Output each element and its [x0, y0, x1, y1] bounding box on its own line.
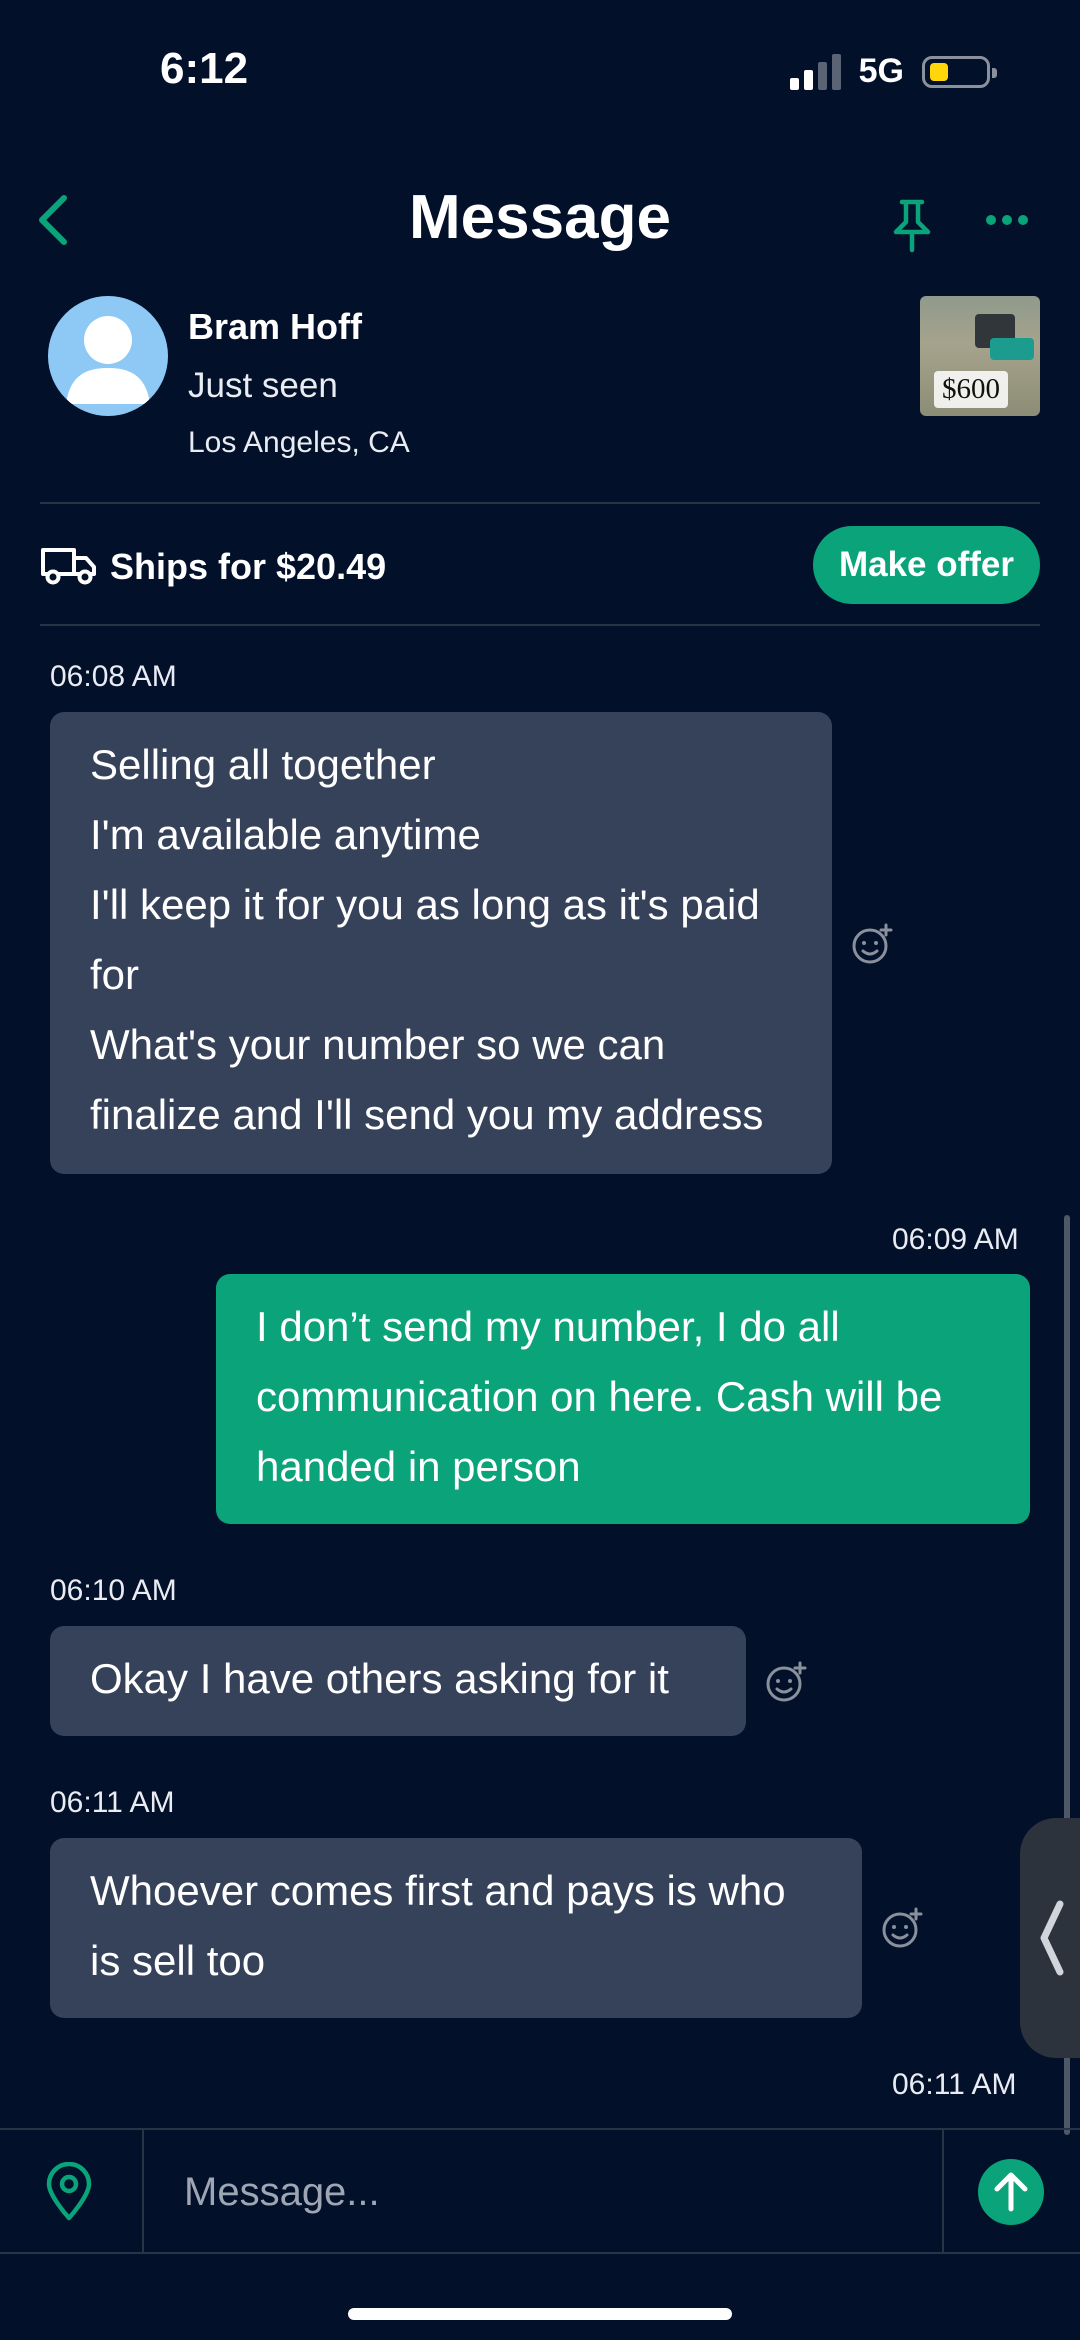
seller-status: Just seen	[188, 366, 338, 405]
add-reaction-icon[interactable]	[850, 922, 894, 966]
location-pin-icon	[46, 2161, 92, 2221]
message-timestamp: 06:11 AM	[50, 1786, 175, 1819]
network-label: 5G	[858, 52, 904, 90]
add-reaction-icon[interactable]	[880, 1906, 924, 1950]
message-input[interactable]	[144, 2160, 934, 2224]
battery-icon	[922, 55, 997, 88]
message-bubble-outgoing[interactable]: I don’t send my number, I do all communi…	[216, 1274, 1030, 1524]
pin-icon	[893, 199, 931, 253]
pin-button[interactable]	[890, 198, 934, 254]
divider	[40, 502, 1040, 504]
item-thumbnail[interactable]: $600	[920, 296, 1040, 416]
divider	[40, 624, 1040, 626]
message-bubble-incoming[interactable]: Whoever comes first and pays is who is s…	[50, 1838, 862, 2018]
person-icon	[66, 316, 150, 404]
add-reaction-icon[interactable]	[764, 1660, 808, 1704]
share-location-button[interactable]	[42, 2161, 96, 2222]
chevron-left-icon	[1040, 1900, 1064, 1976]
message-timestamp: 06:10 AM	[50, 1574, 177, 1607]
home-indicator[interactable]	[348, 2308, 732, 2320]
seller-avatar[interactable]	[48, 296, 168, 416]
truck-icon	[41, 548, 96, 585]
divider	[942, 2130, 944, 2252]
more-options-button[interactable]	[985, 210, 1029, 230]
shipping-cost: Ships for $20.49	[110, 546, 387, 587]
more-dots-icon	[986, 215, 1028, 225]
status-time: 6:12	[160, 44, 249, 93]
message-timestamp: 06:09 AM	[892, 1223, 1019, 1256]
make-offer-button[interactable]: Make offer	[813, 526, 1040, 604]
message-timestamp: 06:08 AM	[50, 660, 177, 693]
side-panel-handle[interactable]	[1020, 1818, 1080, 2058]
seller-name[interactable]: Bram Hoff	[188, 306, 362, 348]
seller-location: Los Angeles, CA	[188, 426, 410, 459]
item-price: $600	[934, 371, 1008, 408]
signal-icon	[789, 53, 841, 90]
message-bubble-incoming[interactable]: Selling all together I'm available anyti…	[50, 712, 832, 1174]
status-indicators: 5G	[789, 52, 997, 91]
send-button[interactable]	[978, 2159, 1044, 2225]
arrow-up-icon	[994, 2172, 1028, 2212]
message-bubble-incoming[interactable]: Okay I have others asking for it	[50, 1626, 746, 1736]
message-timestamp: 06:11 AM	[892, 2068, 1017, 2101]
